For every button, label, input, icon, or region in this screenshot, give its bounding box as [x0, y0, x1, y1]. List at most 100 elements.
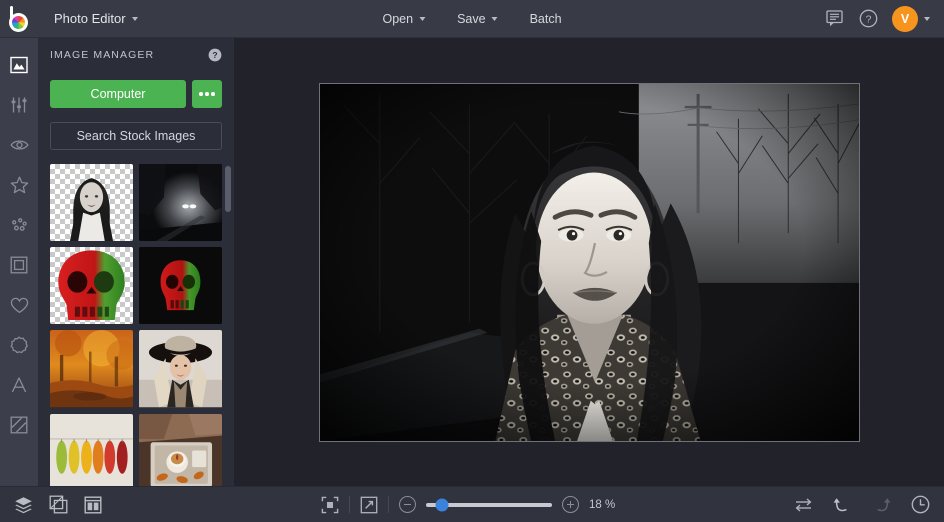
batch-button-label: Batch	[530, 12, 562, 26]
thumbnail-portrait-cutout-transparent[interactable]	[50, 164, 133, 241]
chat-bubble-icon	[826, 10, 845, 27]
sliders-icon	[10, 96, 28, 114]
chevron-down-icon	[419, 17, 425, 21]
divider	[388, 496, 389, 513]
question-circle-icon: ?	[859, 9, 878, 28]
panel-actions: Computer Search Stock Images	[38, 72, 234, 150]
logo-color-wheel	[9, 13, 28, 32]
crop-transform-button[interactable]	[49, 495, 68, 514]
thumbnail-skull-red-green-black[interactable]	[139, 247, 222, 324]
sidebar-item-graphics[interactable]	[0, 326, 38, 364]
thumb-art	[50, 414, 133, 486]
svg-text:?: ?	[212, 50, 217, 60]
thumbnail-woman-in-hat[interactable]	[139, 330, 222, 407]
open-button-label: Open	[382, 12, 413, 26]
panel-help-button[interactable]: ?	[208, 48, 222, 62]
thumbnail-hanging-leaves[interactable]	[50, 414, 133, 486]
scrollbar-thumb[interactable]	[225, 166, 231, 212]
chevron-down-icon	[924, 17, 930, 21]
app-title-label: Photo Editor	[54, 11, 126, 26]
photo-editor-app: Photo Editor Open Save Batch	[0, 0, 944, 522]
sidebar-item-textures[interactable]	[0, 406, 38, 444]
thumbnail-scrollbar[interactable]	[225, 164, 231, 486]
redo-button[interactable]	[872, 496, 891, 513]
thumbnail-foggy-road-night[interactable]	[139, 164, 222, 241]
letter-a-icon	[10, 376, 28, 394]
sidebar-item-edit[interactable]	[0, 86, 38, 124]
panels-icon	[84, 496, 102, 514]
thumbnail-autumn-coffee-tray[interactable]	[139, 414, 222, 486]
zoom-level-value: 18 %	[589, 499, 623, 511]
undo-button[interactable]	[833, 496, 852, 513]
thumb-art	[139, 247, 222, 324]
thumb-art	[139, 330, 222, 407]
heart-icon	[10, 297, 29, 314]
panel-header: IMAGE MANAGER ?	[38, 38, 234, 72]
more-sources-button[interactable]	[192, 80, 222, 108]
star-icon	[10, 176, 29, 194]
search-stock-images-button[interactable]: Search Stock Images	[50, 122, 222, 150]
bottom-bar: 18 %	[0, 486, 944, 522]
computer-upload-button[interactable]: Computer	[50, 80, 186, 108]
thumbnail-grid	[50, 164, 222, 486]
fit-to-screen-button[interactable]	[321, 496, 339, 514]
sidebar-item-frames[interactable]	[0, 246, 38, 284]
expand-arrow-icon	[360, 496, 378, 514]
sidebar-item-text[interactable]	[0, 366, 38, 404]
clock-history-icon	[911, 495, 930, 514]
top-bar: Photo Editor Open Save Batch	[0, 0, 944, 38]
zoom-out-button[interactable]	[399, 496, 416, 513]
zoom-slider[interactable]	[426, 503, 552, 507]
compare-button[interactable]	[794, 497, 813, 513]
help-button[interactable]: ?	[859, 9, 878, 28]
bottom-right-tools	[794, 495, 930, 514]
expand-view-button[interactable]	[360, 496, 378, 514]
thumbnail-autumn-forest[interactable]	[50, 330, 133, 407]
batch-button[interactable]: Batch	[518, 6, 574, 32]
upload-button-row: Computer	[50, 80, 222, 108]
canvas-photo	[320, 84, 859, 441]
layers-button[interactable]	[14, 496, 33, 514]
photo-canvas[interactable]	[319, 83, 860, 442]
compare-swap-icon	[794, 497, 813, 513]
chevron-down-icon	[132, 17, 138, 21]
badge-icon	[10, 336, 28, 354]
thumbnail-skull-red-green-transparent[interactable]	[50, 247, 133, 324]
account-menu[interactable]: V	[892, 6, 930, 32]
diagonal-stripes-icon	[10, 416, 28, 434]
top-right-actions: ? V	[826, 6, 944, 32]
panels-button[interactable]	[84, 496, 102, 514]
history-button[interactable]	[911, 495, 930, 514]
thumb-art	[139, 414, 222, 486]
app-title-dropdown[interactable]: Photo Editor	[44, 7, 148, 30]
feedback-button[interactable]	[826, 10, 845, 27]
divider	[349, 496, 350, 513]
canvas-area[interactable]	[234, 38, 944, 486]
eye-icon	[10, 138, 29, 152]
chevron-down-icon	[492, 17, 498, 21]
layers-icon	[14, 496, 33, 514]
crop-transform-icon	[49, 495, 68, 514]
svg-text:?: ?	[866, 14, 872, 26]
ellipsis-icon	[199, 92, 203, 96]
bottom-left-tools	[14, 495, 102, 514]
save-button[interactable]: Save	[445, 6, 510, 32]
ellipsis-icon	[211, 92, 215, 96]
editor-body: IMAGE MANAGER ? Computer	[0, 38, 944, 486]
avatar[interactable]: V	[892, 6, 918, 32]
ellipsis-icon	[205, 92, 209, 96]
sidebar-item-image[interactable]	[0, 46, 38, 84]
top-center-actions: Open Save Batch	[370, 6, 573, 32]
logo-container[interactable]	[0, 6, 40, 32]
sidebar-item-touch-up[interactable]	[0, 126, 38, 164]
sidebar-item-effects[interactable]	[0, 166, 38, 204]
thumbnail-scroll-area	[38, 164, 234, 486]
sidebar-item-overlays[interactable]	[0, 286, 38, 324]
image-manager-panel: IMAGE MANAGER ? Computer	[38, 38, 234, 486]
thumb-art	[139, 164, 222, 241]
open-button[interactable]: Open	[370, 6, 437, 32]
zoom-in-button[interactable]	[562, 496, 579, 513]
question-circle-icon: ?	[208, 48, 222, 62]
sidebar-item-artsy[interactable]	[0, 206, 38, 244]
zoom-slider-handle[interactable]	[436, 498, 449, 511]
